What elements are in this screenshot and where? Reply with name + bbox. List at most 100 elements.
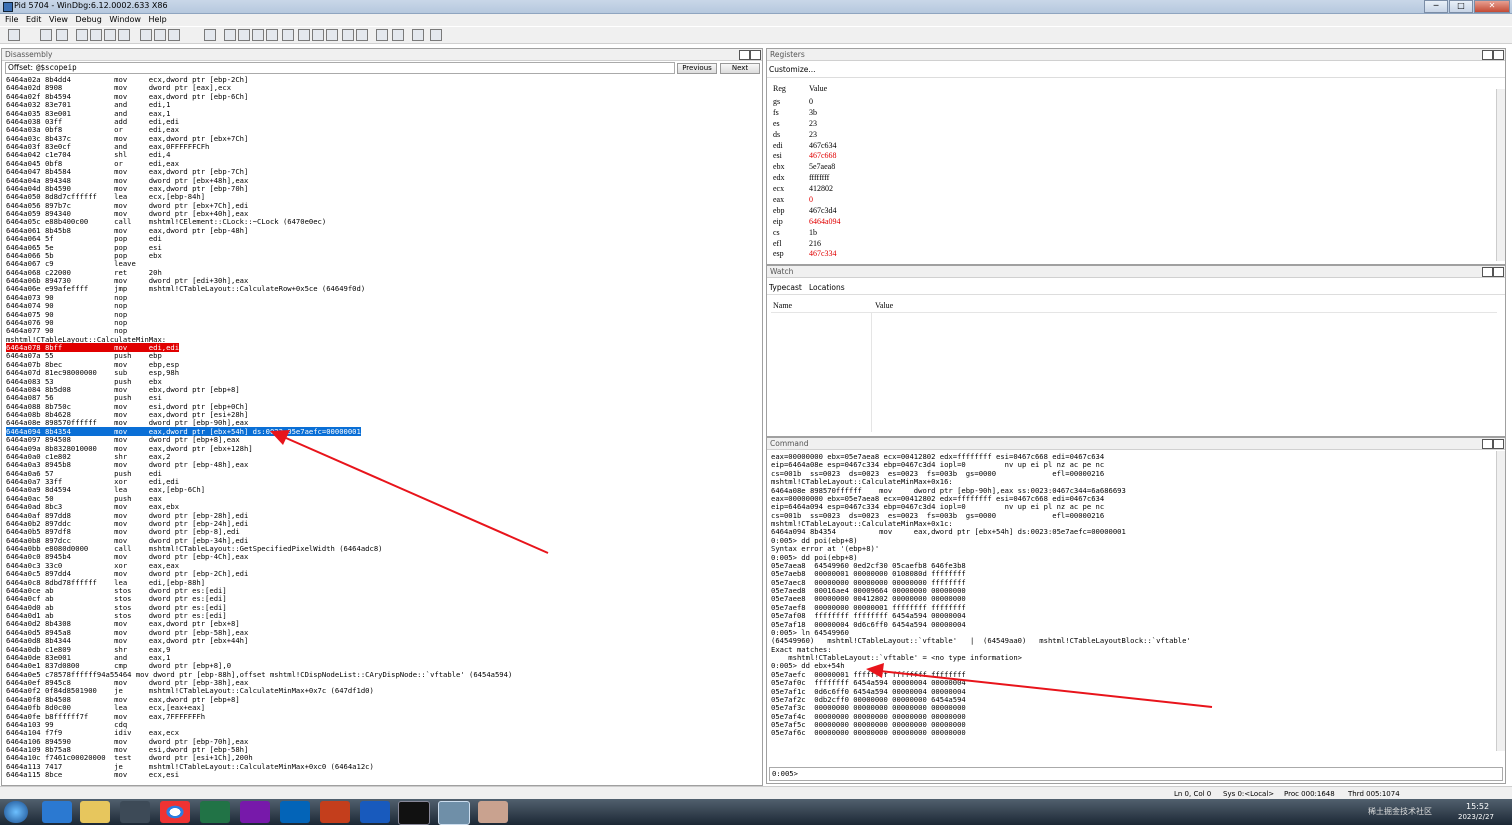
pane-close-icon[interactable] <box>1493 267 1504 277</box>
disassembly-window-icon[interactable] <box>312 29 324 41</box>
register-row[interactable]: ebx 5e7aea8 <box>773 162 841 173</box>
font-icon[interactable] <box>412 29 424 41</box>
register-value[interactable]: 0 <box>809 195 813 204</box>
menu-window[interactable]: Window <box>109 14 141 26</box>
menu-help[interactable]: Help <box>148 14 166 26</box>
pane-close-icon[interactable] <box>1493 439 1504 449</box>
watch-window-icon[interactable] <box>238 29 250 41</box>
register-value[interactable]: 467c3d4 <box>809 206 837 215</box>
register-row[interactable]: ds 23 <box>773 130 841 141</box>
chrome-icon[interactable] <box>160 801 190 823</box>
register-row[interactable]: esp 467c334 <box>773 249 841 260</box>
minimize-button[interactable]: ─ <box>1424 0 1448 13</box>
pane-close-icon[interactable] <box>750 50 761 60</box>
break-icon[interactable] <box>118 29 130 41</box>
menu-edit[interactable]: Edit <box>26 14 42 26</box>
register-value[interactable]: 467c334 <box>809 249 837 258</box>
step-over-icon[interactable] <box>154 29 166 41</box>
command-window-icon[interactable] <box>224 29 236 41</box>
media-player-icon[interactable] <box>120 801 150 823</box>
source-mode-icon[interactable] <box>356 29 368 41</box>
photo-icon[interactable] <box>478 801 508 823</box>
hex-icon[interactable] <box>392 29 404 41</box>
register-row[interactable]: eax 0 <box>773 195 841 206</box>
register-value[interactable]: 216 <box>809 239 821 248</box>
windbg-taskbar-icon[interactable] <box>438 801 470 825</box>
disassembly-line[interactable]: 6464a115 8bce mov ecx,esi <box>6 770 754 779</box>
clock-time: 15:52 <box>1466 802 1490 811</box>
dock-icon[interactable] <box>739 50 750 60</box>
restart-icon[interactable] <box>90 29 102 41</box>
maximize-button[interactable]: □ <box>1449 0 1473 13</box>
step-into-icon[interactable] <box>140 29 152 41</box>
callstack-window-icon[interactable] <box>298 29 310 41</box>
ie-icon[interactable] <box>42 801 72 823</box>
register-row[interactable]: es 23 <box>773 119 841 130</box>
command-input[interactable] <box>806 768 1466 778</box>
dock-icon[interactable] <box>1482 267 1493 277</box>
offset-field[interactable]: Offset: @$scopeip <box>5 62 675 74</box>
scratchpad-icon[interactable] <box>326 29 338 41</box>
register-row[interactable]: fs 3b <box>773 108 841 119</box>
dock-icon[interactable] <box>1482 439 1493 449</box>
pane-close-icon[interactable] <box>1493 50 1504 60</box>
register-value[interactable]: 23 <box>809 130 817 139</box>
stop-icon[interactable] <box>104 29 116 41</box>
dock-icon[interactable] <box>1482 50 1493 60</box>
outlook-icon[interactable] <box>280 801 310 823</box>
powerpoint-icon[interactable] <box>320 801 350 823</box>
registers-window-icon[interactable] <box>266 29 278 41</box>
register-value[interactable]: 5e7aea8 <box>809 162 835 171</box>
step-out-icon[interactable] <box>168 29 180 41</box>
excel-icon[interactable] <box>200 801 230 823</box>
word-icon[interactable] <box>360 801 390 823</box>
register-value[interactable]: 467c634 <box>809 141 837 150</box>
register-row[interactable]: gs 0 <box>773 97 841 108</box>
command-scrollbar[interactable] <box>1496 451 1505 751</box>
registers-scrollbar[interactable] <box>1496 89 1505 261</box>
command-input-box[interactable]: 0:005> <box>769 767 1503 781</box>
customize-button[interactable]: Customize... <box>769 65 816 74</box>
register-row[interactable]: ebp 467c3d4 <box>773 206 841 217</box>
register-row[interactable]: edx ffffffff <box>773 173 841 184</box>
register-row[interactable]: ecx 412802 <box>773 184 841 195</box>
processes-icon[interactable] <box>342 29 354 41</box>
memory-window-icon[interactable] <box>282 29 294 41</box>
register-value[interactable]: 467c668 <box>809 151 837 160</box>
register-row[interactable]: edi 467c634 <box>773 141 841 152</box>
cmd-icon[interactable] <box>398 801 430 825</box>
register-row[interactable]: esi 467c668 <box>773 151 841 162</box>
menu-file[interactable]: File <box>5 14 18 26</box>
menu-view[interactable]: View <box>49 14 68 26</box>
menu-debug[interactable]: Debug <box>76 14 102 26</box>
register-value[interactable]: 23 <box>809 119 817 128</box>
status-position: Ln 0, Col 0 <box>1174 790 1212 798</box>
source-mode-on-icon[interactable] <box>376 29 388 41</box>
register-row[interactable]: efl 216 <box>773 239 841 250</box>
cut-icon[interactable] <box>40 29 52 41</box>
tab-typecast[interactable]: Typecast <box>769 283 802 292</box>
hand-icon[interactable] <box>204 29 216 41</box>
onenote-icon[interactable] <box>240 801 270 823</box>
register-row[interactable]: cs 1b <box>773 228 841 239</box>
register-value[interactable]: 0 <box>809 97 813 106</box>
go-icon[interactable] <box>76 29 88 41</box>
open-icon[interactable] <box>8 29 20 41</box>
register-value[interactable]: ffffffff <box>809 173 829 182</box>
register-value[interactable]: 1b <box>809 228 817 237</box>
offset-value[interactable]: @$scopeip <box>36 63 77 73</box>
copy-icon[interactable] <box>56 29 68 41</box>
next-button[interactable]: Next <box>720 63 760 74</box>
register-value[interactable]: 6464a094 <box>809 217 841 226</box>
register-value[interactable]: 412802 <box>809 184 833 193</box>
tab-locations[interactable]: Locations <box>809 283 845 292</box>
register-row[interactable]: eip 6464a094 <box>773 217 841 228</box>
disassembly-listing[interactable]: 6464a02a 8b4dd4 mov ecx,dword ptr [ebp-2… <box>6 75 754 780</box>
explorer-icon[interactable] <box>80 801 110 823</box>
start-button[interactable] <box>4 801 28 823</box>
locals-window-icon[interactable] <box>252 29 264 41</box>
close-button[interactable]: ✕ <box>1474 0 1510 13</box>
previous-button[interactable]: Previous <box>677 63 717 74</box>
options-icon[interactable] <box>430 29 442 41</box>
register-value[interactable]: 3b <box>809 108 817 117</box>
